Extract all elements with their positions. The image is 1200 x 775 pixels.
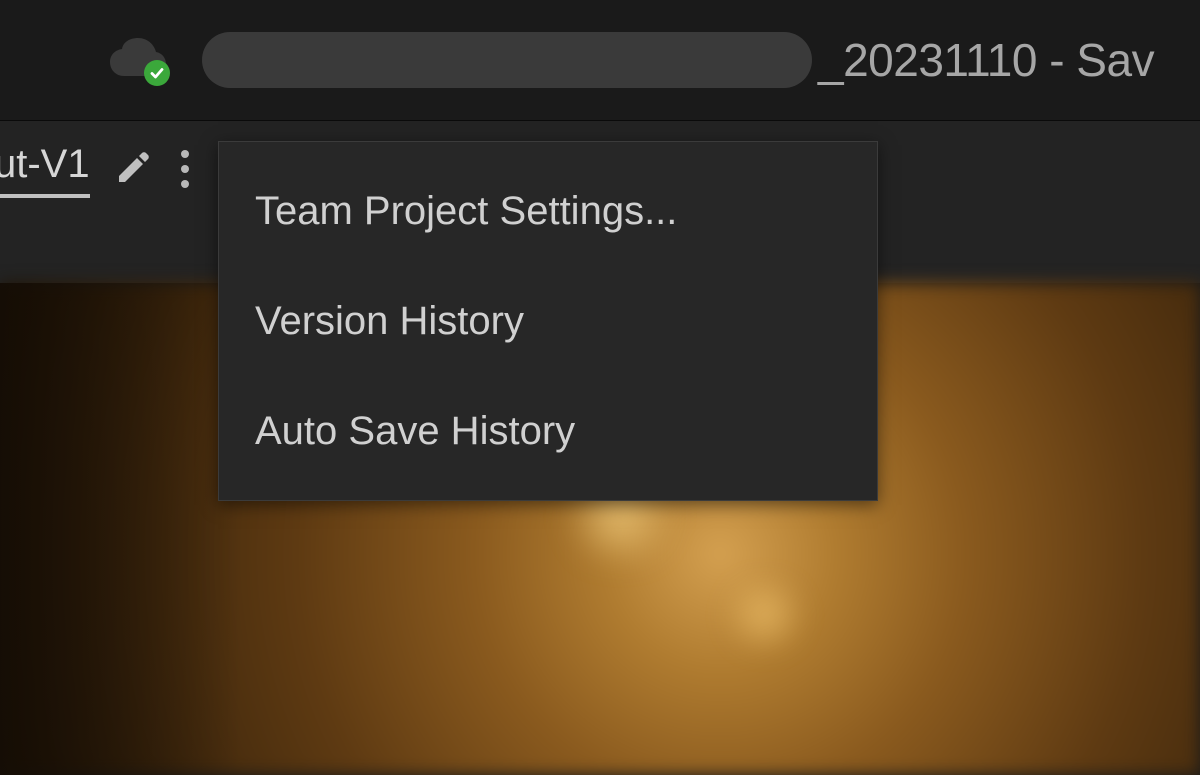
pencil-icon[interactable] (114, 151, 150, 187)
video-highlight (720, 580, 810, 650)
check-badge-icon (144, 60, 170, 86)
project-title-redacted[interactable] (202, 32, 812, 88)
menu-separator (219, 254, 877, 278)
menu-item-auto-save-history[interactable]: Auto Save History (219, 388, 877, 474)
menu-item-team-project-settings[interactable]: Team Project Settings... (219, 168, 877, 254)
context-menu: Team Project Settings... Version History… (218, 141, 878, 501)
cloud-sync-status[interactable] (110, 38, 166, 82)
menu-item-version-history[interactable]: Version History (219, 278, 877, 364)
kebab-menu-icon[interactable] (180, 150, 190, 188)
project-title-suffix: _20231110 - Sav (818, 33, 1154, 87)
video-preview-shadow (0, 283, 240, 775)
top-bar: _20231110 - Sav (0, 0, 1200, 120)
menu-separator (219, 364, 877, 388)
active-tab[interactable]: ut-V1 (0, 140, 90, 198)
tab-row: ut-V1 (0, 140, 190, 198)
